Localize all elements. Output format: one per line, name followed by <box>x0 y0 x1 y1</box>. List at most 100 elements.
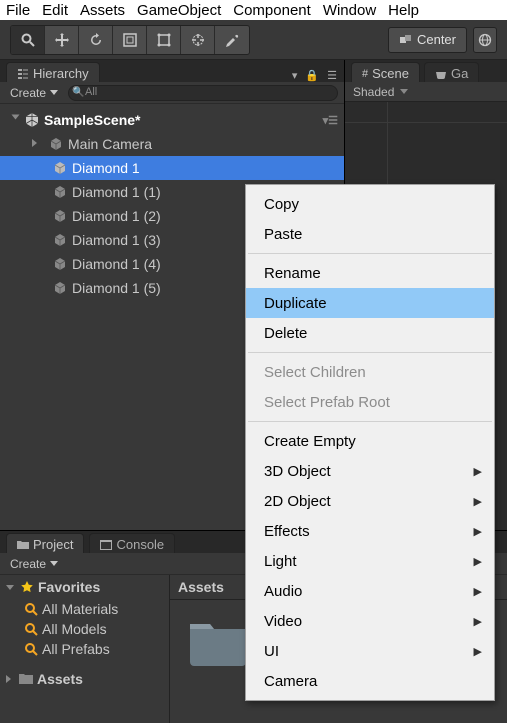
context-menu-copy[interactable]: Copy <box>246 189 494 219</box>
dropdown-icon <box>50 90 58 95</box>
transform-tools <box>10 25 250 55</box>
scene-tab[interactable]: # Scene <box>351 62 420 82</box>
menu-window[interactable]: Window <box>323 2 376 19</box>
context-menu-rename[interactable]: Rename <box>246 258 494 288</box>
context-menu-paste[interactable]: Paste <box>246 219 494 249</box>
pivot-center-button[interactable]: Center <box>388 27 467 53</box>
folder-icon <box>19 673 33 685</box>
project-create-button[interactable]: Create <box>6 556 62 572</box>
fav-label: All Materials <box>42 601 118 617</box>
hierarchy-tab[interactable]: Hierarchy <box>6 62 100 82</box>
context-menu-2d-object[interactable]: 2D Object▶ <box>246 486 494 516</box>
submenu-arrow-icon: ▶ <box>474 555 482 568</box>
fav-label: All Prefabs <box>42 641 110 657</box>
project-sidebar: Favorites All Materials All Models All P… <box>0 575 170 723</box>
folder-icon <box>17 540 29 550</box>
scene-tab-label: Scene <box>372 66 409 81</box>
context-menu-separator <box>248 421 492 422</box>
item-label: Diamond 1 (5) <box>72 280 161 296</box>
favorites-header[interactable]: Favorites <box>0 575 169 599</box>
lock-button[interactable]: 🔒 <box>302 69 322 82</box>
scene-options-button[interactable]: ▾☰ <box>323 114 344 127</box>
context-menu-create-empty[interactable]: Create Empty <box>246 426 494 456</box>
assets-tree-header[interactable]: Assets <box>0 667 169 691</box>
tools-icon <box>224 32 240 48</box>
cube-icon <box>52 256 68 272</box>
transform-tool-button[interactable] <box>181 26 215 54</box>
submenu-arrow-icon: ▶ <box>474 495 482 508</box>
context-menu-light[interactable]: Light▶ <box>246 546 494 576</box>
context-menu-3d-object[interactable]: 3D Object▶ <box>246 456 494 486</box>
cube-icon <box>48 136 64 152</box>
game-icon <box>435 69 447 79</box>
console-tab[interactable]: Console <box>89 533 175 553</box>
menu-file[interactable]: File <box>6 2 30 19</box>
move-tool-button[interactable] <box>45 26 79 54</box>
menu-gameobject[interactable]: GameObject <box>137 2 221 19</box>
menu-edit[interactable]: Edit <box>42 2 68 19</box>
cube-icon <box>52 280 68 296</box>
console-tab-label: Console <box>116 537 164 552</box>
menu-component[interactable]: Component <box>233 2 311 19</box>
center-icon <box>399 33 413 47</box>
context-menu-audio[interactable]: Audio▶ <box>246 576 494 606</box>
add-tab-button[interactable]: ▾ <box>289 69 301 82</box>
context-menu-delete[interactable]: Delete <box>246 318 494 348</box>
globe-icon <box>478 33 492 47</box>
hierarchy-tab-options: ▾ 🔒 ☰ <box>289 69 344 82</box>
project-tab-label: Project <box>33 537 73 552</box>
scene-gridline-horizontal <box>345 122 507 123</box>
hierarchy-toolbar: Create 🔍 All <box>0 82 344 104</box>
menu-assets[interactable]: Assets <box>80 2 125 19</box>
game-tab[interactable]: Ga <box>424 62 479 82</box>
item-label: Diamond 1 (3) <box>72 232 161 248</box>
expand-icon[interactable] <box>32 139 44 150</box>
cube-icon <box>52 160 68 176</box>
hierarchy-tab-label: Hierarchy <box>33 66 89 81</box>
assets-tree-label: Assets <box>37 671 83 687</box>
rect-tool-button[interactable] <box>147 26 181 54</box>
console-icon <box>100 540 112 550</box>
item-label: Diamond 1 (1) <box>72 184 161 200</box>
hierarchy-item[interactable]: Main Camera <box>0 132 344 156</box>
project-tab[interactable]: Project <box>6 533 84 553</box>
context-menu: Copy Paste Rename Duplicate Delete Selec… <box>245 184 495 701</box>
favorite-item[interactable]: All Materials <box>0 599 169 619</box>
rotation-space-button[interactable] <box>473 27 497 53</box>
context-menu-select-prefab-root: Select Prefab Root <box>246 387 494 417</box>
submenu-arrow-icon: ▶ <box>474 615 482 628</box>
search-placeholder: All <box>85 86 97 98</box>
scale-tool-button[interactable] <box>113 26 147 54</box>
hierarchy-item-selected[interactable]: Diamond 1 <box>0 156 344 180</box>
cube-icon <box>52 208 68 224</box>
search-icon <box>24 602 38 616</box>
shading-mode-dropdown[interactable]: Shaded <box>353 85 394 99</box>
expand-icon <box>6 675 11 683</box>
custom-tool-button[interactable] <box>215 26 249 54</box>
context-menu-select-children: Select Children <box>246 357 494 387</box>
scene-label: SampleScene* <box>44 112 141 128</box>
cube-icon <box>52 232 68 248</box>
rotate-tool-button[interactable] <box>79 26 113 54</box>
hierarchy-search-input[interactable]: 🔍 All <box>68 85 338 101</box>
hierarchy-create-button[interactable]: Create <box>6 85 62 101</box>
favorite-item[interactable]: All Models <box>0 619 169 639</box>
expand-icon[interactable] <box>9 114 20 126</box>
item-label: Diamond 1 (2) <box>72 208 161 224</box>
favorite-item[interactable]: All Prefabs <box>0 639 169 659</box>
tab-menu-button[interactable]: ☰ <box>324 69 340 82</box>
dropdown-icon <box>400 89 408 94</box>
item-label: Diamond 1 (4) <box>72 256 161 272</box>
scene-row[interactable]: SampleScene* ▾☰ <box>0 108 344 132</box>
menu-help[interactable]: Help <box>388 2 419 19</box>
context-menu-camera[interactable]: Camera <box>246 666 494 696</box>
context-menu-video[interactable]: Video▶ <box>246 606 494 636</box>
rotate-icon <box>88 32 104 48</box>
folder-thumbnail[interactable] <box>186 616 250 668</box>
hand-tool-button[interactable] <box>11 26 45 54</box>
context-menu-ui[interactable]: UI▶ <box>246 636 494 666</box>
context-menu-duplicate[interactable]: Duplicate <box>246 288 494 318</box>
create-label: Create <box>10 557 46 571</box>
context-menu-effects[interactable]: Effects▶ <box>246 516 494 546</box>
move-icon <box>54 32 70 48</box>
